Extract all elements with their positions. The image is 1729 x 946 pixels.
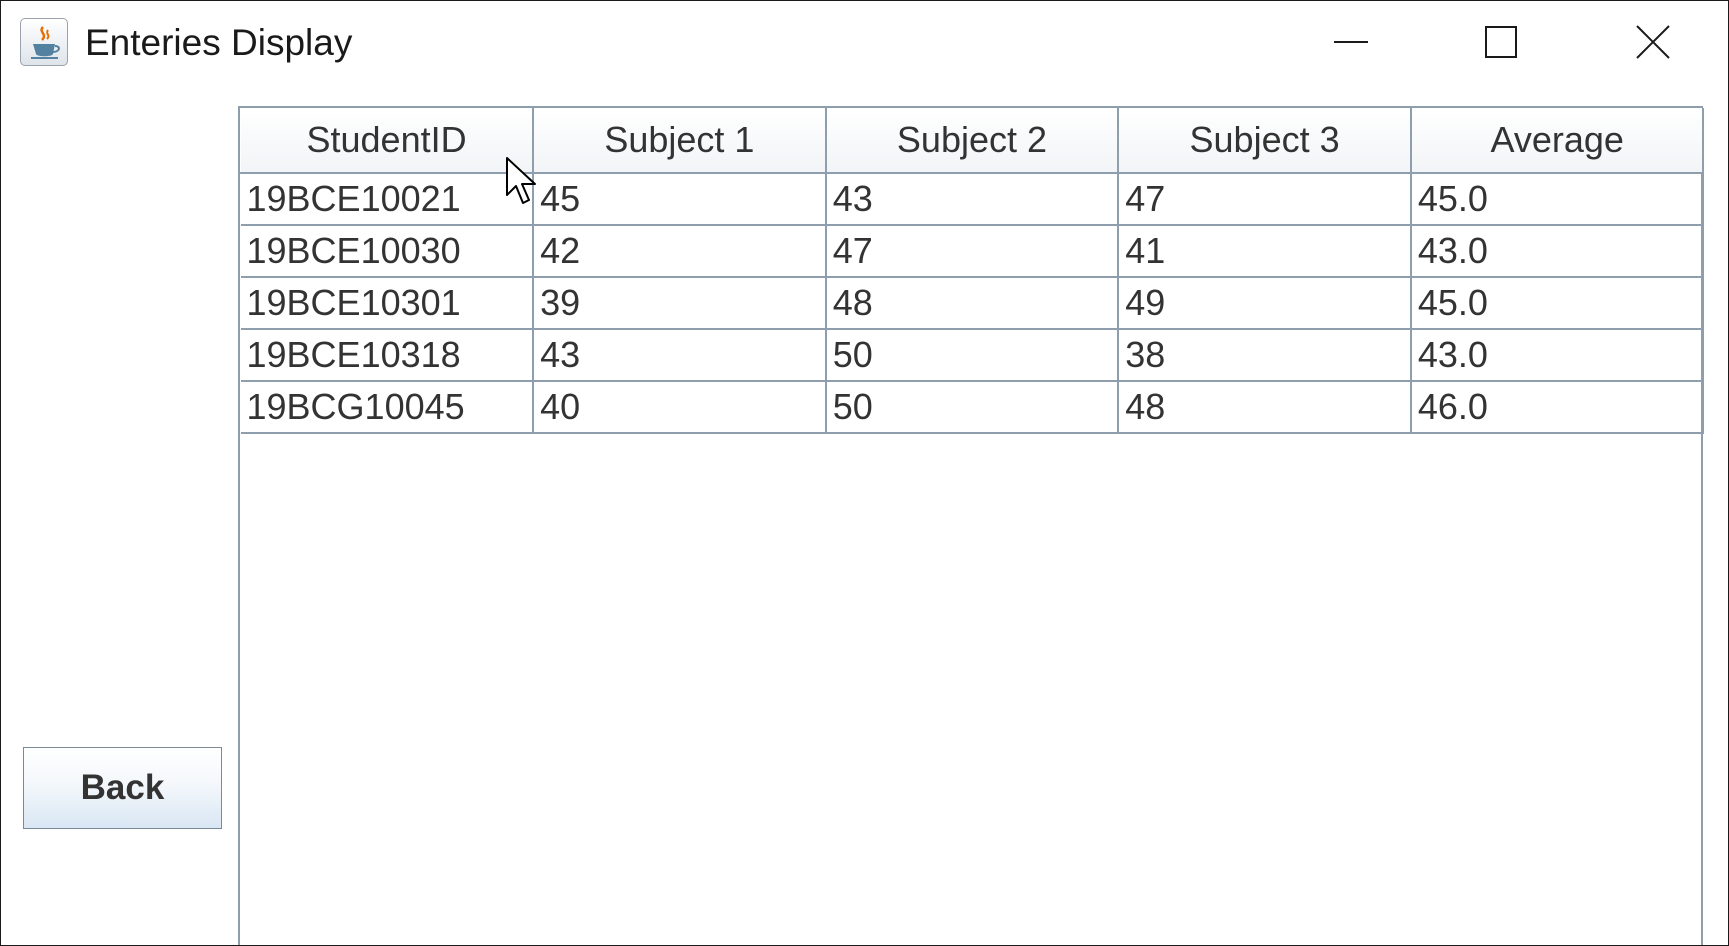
table-row[interactable]: 19BCG10045 40 50 48 46.0 [240,381,1705,434]
cell-average[interactable]: 46.0 [1410,381,1705,434]
column-header-subject-1[interactable]: Subject 1 [532,108,827,174]
cell-subject-2[interactable]: 47 [825,225,1120,278]
table-scroll-pane[interactable]: StudentID Subject 1 Subject 2 Subject 3 … [238,106,1705,945]
minimize-button[interactable] [1276,1,1426,83]
app-window: Enteries Display Back StudentID Subject … [0,0,1729,946]
table-row[interactable]: 19BCE10030 42 47 41 43.0 [240,225,1705,278]
table-row[interactable]: 19BCE10318 43 50 38 43.0 [240,329,1705,382]
cell-student-id[interactable]: 19BCE10030 [240,225,535,278]
cell-student-id[interactable]: 19BCG10045 [240,381,535,434]
cell-subject-3[interactable]: 47 [1118,173,1412,226]
cell-average[interactable]: 45.0 [1410,173,1705,226]
cell-average[interactable]: 43.0 [1410,329,1705,382]
cell-subject-2[interactable]: 50 [825,381,1120,434]
cell-average[interactable]: 45.0 [1410,277,1705,330]
close-button[interactable] [1578,1,1728,83]
cell-student-id[interactable]: 19BCE10301 [240,277,535,330]
cell-subject-1[interactable]: 40 [533,381,827,434]
close-icon [1636,25,1670,59]
window-title: Enteries Display [85,22,353,63]
cell-subject-2[interactable]: 43 [825,173,1120,226]
column-header-subject-3[interactable]: Subject 3 [1117,108,1412,174]
column-header-subject-2[interactable]: Subject 2 [825,108,1120,174]
cell-subject-3[interactable]: 41 [1118,225,1412,278]
column-header-student-id[interactable]: StudentID [240,108,535,174]
java-cup-icon[interactable] [20,18,68,66]
cell-subject-3[interactable]: 48 [1118,381,1412,434]
title-bar[interactable]: Enteries Display [1,1,1728,87]
cell-subject-2[interactable]: 50 [825,329,1120,382]
table-row[interactable]: 19BCE10021 45 43 47 45.0 [240,173,1705,226]
cell-subject-3[interactable]: 38 [1118,329,1412,382]
back-button[interactable]: Back [23,747,222,829]
minimize-icon [1334,41,1368,43]
entries-table: StudentID Subject 1 Subject 2 Subject 3 … [240,108,1705,434]
cell-student-id[interactable]: 19BCE10021 [240,173,535,226]
column-header-average[interactable]: Average [1410,108,1705,174]
cell-subject-2[interactable]: 48 [825,277,1120,330]
cell-subject-1[interactable]: 39 [533,277,827,330]
maximize-icon [1485,26,1517,58]
cell-average[interactable]: 43.0 [1410,225,1705,278]
cell-student-id[interactable]: 19BCE10318 [240,329,535,382]
cell-subject-1[interactable]: 43 [533,329,827,382]
cell-subject-3[interactable]: 49 [1118,277,1412,330]
cell-subject-1[interactable]: 42 [533,225,827,278]
table-row[interactable]: 19BCE10301 39 48 49 45.0 [240,277,1705,330]
table-header-row: StudentID Subject 1 Subject 2 Subject 3 … [240,108,1705,174]
maximize-button[interactable] [1426,1,1576,83]
cell-subject-1[interactable]: 45 [533,173,827,226]
